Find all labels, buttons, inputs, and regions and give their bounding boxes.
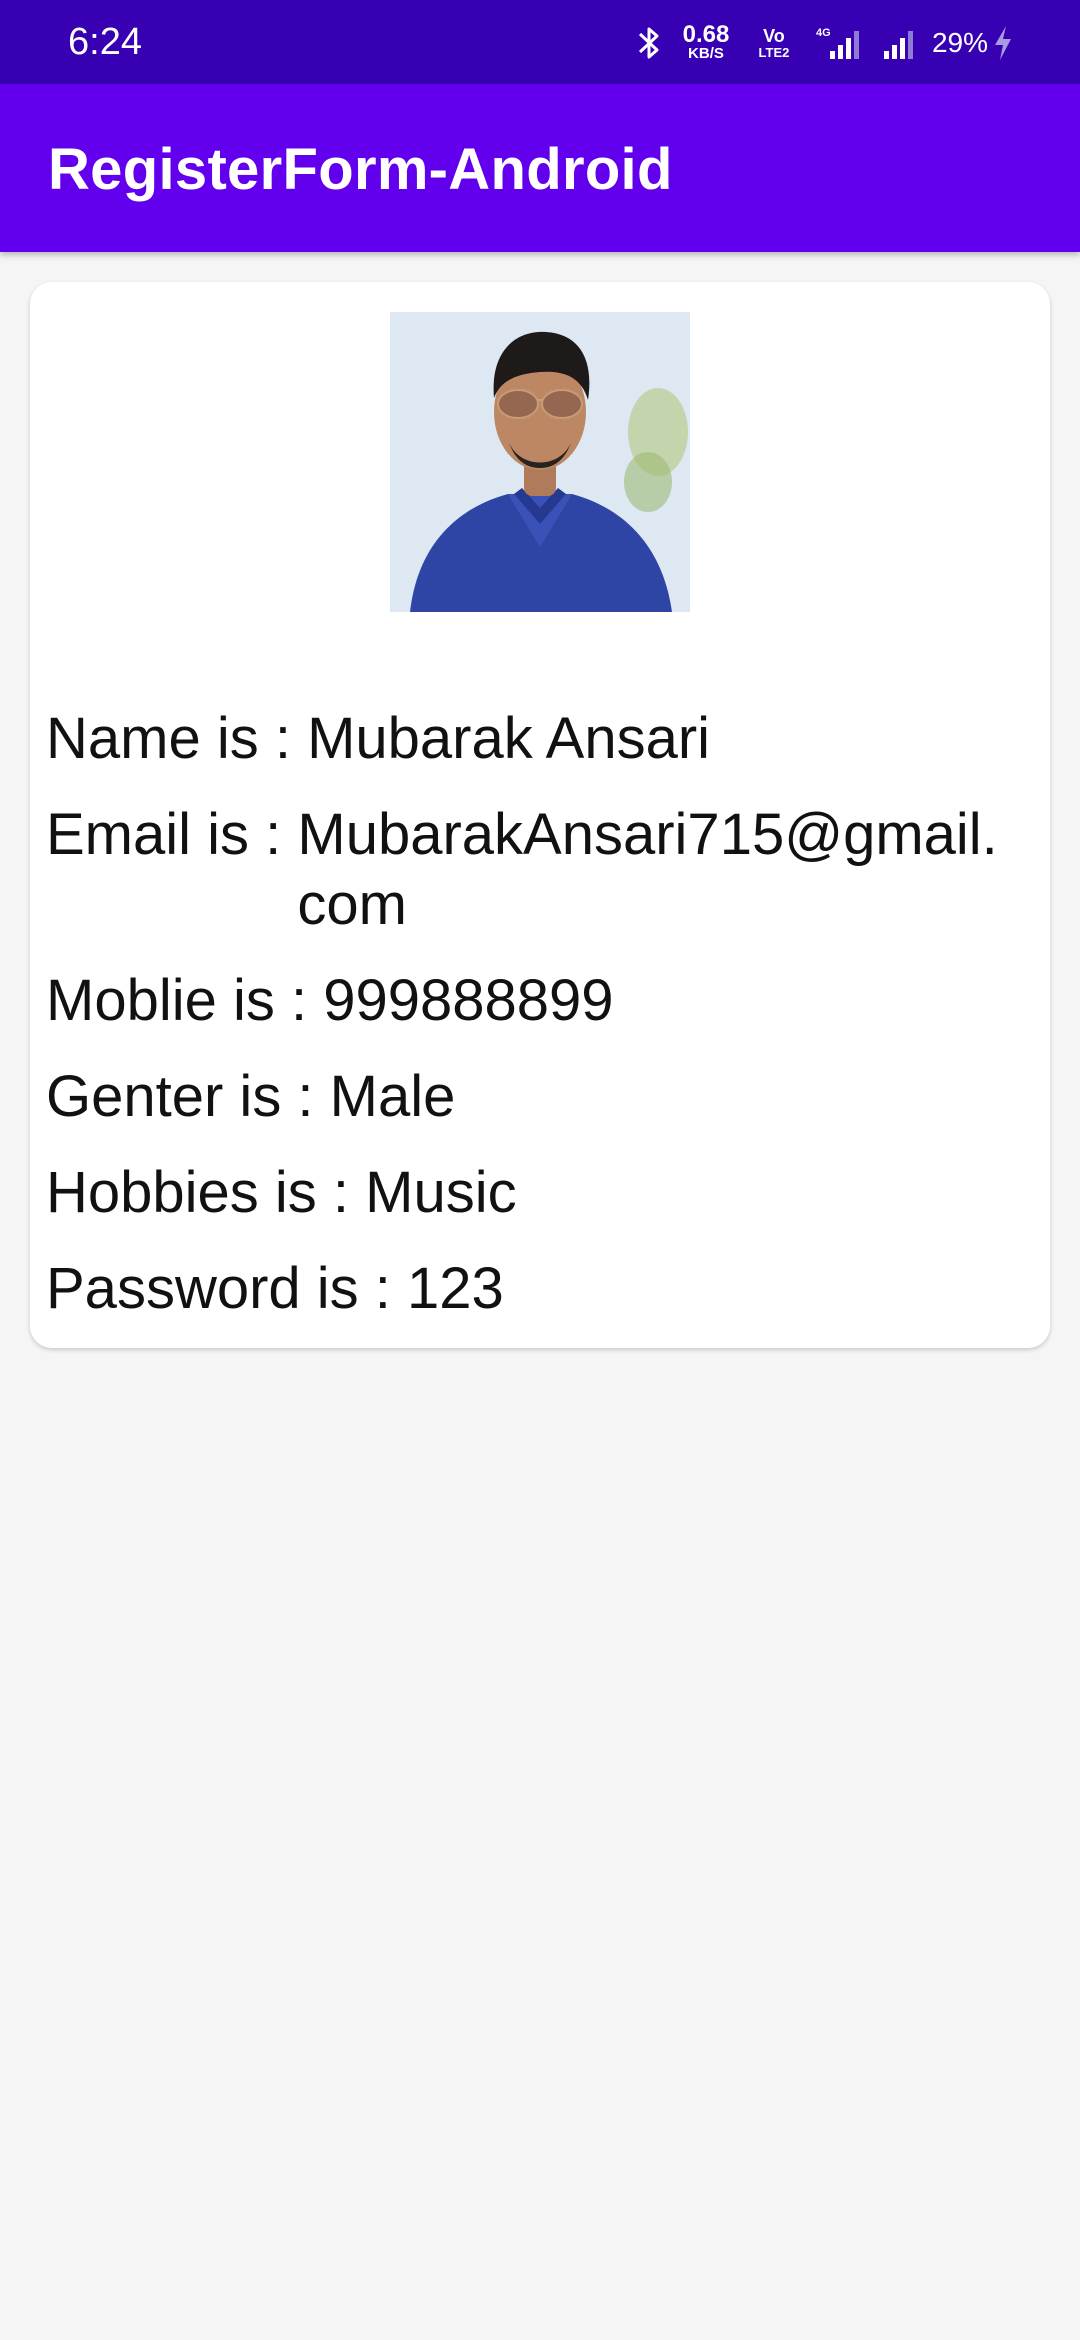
password-label: Password is : [46,1256,407,1321]
network-speed: 0.68 KB/S [680,21,732,62]
signal-4g-icon: 4G [816,27,859,59]
volte-bottom: LTE2 [758,45,790,60]
email-row: Email is : MubarakAnsari715@gmail.com [46,800,1046,940]
gender-label: Genter is : [46,1064,330,1129]
email-value: MubarakAnsari715@gmail.com [297,802,998,937]
status-time: 6:24 [68,21,142,63]
status-icons: 0.68 KB/S Vo LTE2 4G 29% [634,20,1014,66]
network-speed-unit: KB/S [688,45,724,62]
gender-row: Genter is : Male [46,1062,1046,1132]
hobbies-value: Music [365,1160,517,1225]
network-type-label: 4G [816,27,831,39]
battery-percent: 29% [931,27,988,58]
mobile-value: 999888899 [323,968,614,1033]
profile-details: Name is : Mubarak Ansari Email is : Muba… [46,704,1046,1350]
charging-bolt-icon [995,26,1011,60]
mobile-label: Moblie is : [46,968,324,1033]
bluetooth-icon [638,27,659,59]
email-label: Email is : [46,802,298,867]
password-value: 123 [407,1256,504,1321]
network-speed-value: 0.68 [682,21,730,48]
name-value: Mubarak Ansari [307,706,711,771]
mobile-row: Moblie is : 999888899 [46,966,1046,1036]
signal-icon [883,31,913,59]
name-row: Name is : Mubarak Ansari [46,704,1046,774]
status-bar: 6:24 0.68 KB/S Vo LTE2 4G 29% [0,0,1080,84]
profile-card: Name is : Mubarak Ansari Email is : Muba… [30,282,1050,1348]
app-title: RegisterForm-Android [48,137,673,202]
hobbies-row: Hobbies is : Music [46,1158,1046,1228]
app-bar: RegisterForm-Android [0,84,1080,252]
hobbies-label: Hobbies is : [46,1160,366,1225]
volte-top: Vo [763,26,785,46]
gender-value: Male [329,1064,456,1129]
profile-photo [390,312,690,612]
password-row: Password is : 123 [46,1254,1046,1324]
person-photo-icon [390,312,690,612]
name-label: Name is : [46,706,308,771]
volte-indicator: Vo LTE2 [754,26,794,60]
